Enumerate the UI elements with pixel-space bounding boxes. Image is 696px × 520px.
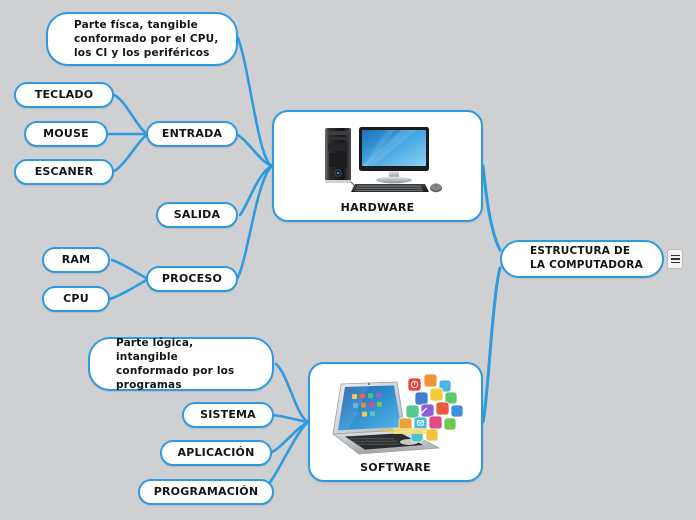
- connector-root-software: [481, 266, 502, 424]
- node-ram-label: RAM: [61, 252, 91, 266]
- hamburger-line-3: [670, 261, 680, 264]
- node-root[interactable]: ESTRUCTURA DE LA COMPUTADORA: [500, 240, 664, 278]
- hamburger-line-2: [670, 258, 680, 260]
- node-salida-label: SALIDA: [173, 207, 221, 221]
- connector-hardware-description: [236, 36, 274, 168]
- connector-hardware-entrada: [234, 132, 274, 168]
- node-aplicacion[interactable]: APLICACIÓN: [160, 440, 272, 466]
- node-software-description[interactable]: Parte lógica, intangible conformado por …: [88, 337, 274, 391]
- node-programacion[interactable]: PROGRAMACIÓN: [138, 479, 274, 505]
- connector-proceso-cpu: [108, 277, 150, 301]
- node-hardware-card[interactable]: HARDWARE: [272, 110, 483, 222]
- node-software-description-label: Parte lógica, intangible conformado por …: [116, 336, 235, 392]
- node-software-title: SOFTWARE: [360, 461, 431, 474]
- node-entrada-label: ENTRADA: [161, 126, 223, 140]
- connector-entrada-escaner: [110, 132, 150, 174]
- node-cpu-label: CPU: [63, 291, 89, 305]
- connector-proceso-ram: [110, 258, 150, 281]
- hamburger-line-1: [670, 254, 680, 257]
- node-escaner[interactable]: ESCANER: [14, 159, 114, 185]
- node-programacion-label: PROGRAMACIÓN: [153, 484, 259, 498]
- node-mouse-label: MOUSE: [43, 126, 89, 140]
- node-teclado-label: TECLADO: [34, 87, 94, 101]
- node-proceso-label: PROCESO: [161, 271, 223, 285]
- node-hardware-description[interactable]: Parte físca, tangible conformado por el …: [46, 12, 238, 66]
- node-entrada[interactable]: ENTRADA: [146, 121, 238, 147]
- node-root-label: ESTRUCTURA DE LA COMPUTADORA: [530, 245, 643, 271]
- connector-entrada-teclado: [112, 93, 150, 136]
- node-aplicacion-label: APLICACIÓN: [177, 445, 255, 459]
- laptop-apps-illustration: [310, 370, 481, 458]
- node-software-card[interactable]: SOFTWARE: [308, 362, 483, 482]
- connector-root-hardware: [481, 164, 502, 252]
- node-teclado[interactable]: TECLADO: [14, 82, 114, 108]
- node-proceso[interactable]: PROCESO: [146, 266, 238, 292]
- connector-hardware-proceso: [235, 164, 274, 281]
- connector-software-aplicacion: [268, 420, 310, 455]
- connector-software-description: [274, 362, 310, 424]
- node-escaner-label: ESCANER: [34, 164, 94, 178]
- node-hardware-title: HARDWARE: [340, 201, 415, 214]
- node-mouse[interactable]: MOUSE: [24, 121, 108, 147]
- node-sistema[interactable]: SISTEMA: [182, 402, 274, 428]
- hamburger-menu-icon[interactable]: [667, 249, 683, 269]
- node-hardware-description-label: Parte físca, tangible conformado por el …: [74, 18, 219, 60]
- connector-hardware-salida: [238, 164, 274, 217]
- node-cpu[interactable]: CPU: [42, 286, 110, 312]
- desktop-computer-illustration: [274, 118, 481, 198]
- mindmap-canvas: Parte físca, tangible conformado por el …: [0, 0, 696, 520]
- node-sistema-label: SISTEMA: [200, 407, 256, 421]
- connector-software-sistema: [270, 413, 310, 424]
- node-salida[interactable]: SALIDA: [156, 202, 238, 228]
- node-ram[interactable]: RAM: [42, 247, 110, 273]
